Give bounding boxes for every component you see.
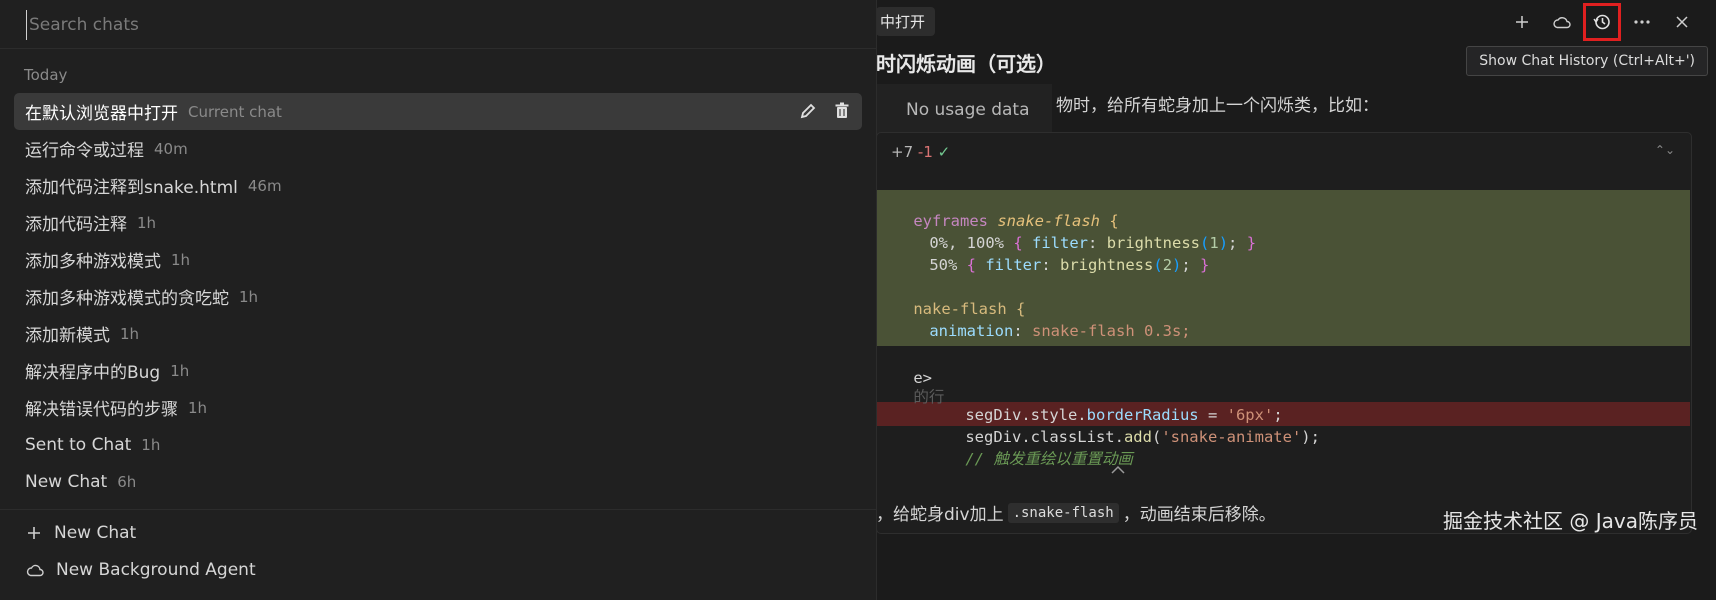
chat-time: 1h [120,324,140,343]
chat-title: Sent to Chat [25,434,132,455]
chat-title: 解决错误代码的步骤 [25,400,178,420]
chat-history-panel: Today 在默认浏览器中打开 Current chat 运行命令或过程 40m … [0,0,877,600]
new-background-agent-button[interactable]: New Background Agent [26,560,256,580]
current-chat-tab[interactable]: 中打开 [876,7,936,36]
chat-title: 添加新模式 [25,326,110,346]
collapse-icon[interactable] [1110,460,1126,479]
chat-title: 解决程序中的Bug [25,363,161,383]
chat-time: 1h [141,435,161,454]
code-line: nake-flash { [876,276,1716,318]
chat-item[interactable]: 在默认浏览器中打开 Current chat [14,93,862,130]
message-paragraph: 物时，给所有蛇身加上一个闪烁类，比如： [1056,96,1379,116]
chat-item[interactable]: 添加多种游戏模式 1h [14,241,862,278]
code-line: 0%, 100% { filter: brightness(1); } [929,234,1257,252]
chat-title: 添加多种游戏模式 [25,252,161,272]
chat-item[interactable]: 解决错误代码的步骤 1h [14,389,862,426]
code-comment: // 触发重绘以重置动画 [965,450,1133,468]
watermark: 掘金技术社区 @ Java陈序员 [1443,509,1698,533]
chat-time: Current chat [188,102,282,121]
paragraph-text: ，给蛇身div加上 [876,505,1004,525]
chat-time: 1h [137,213,157,232]
plus-icon [28,527,40,539]
close-icon[interactable] [1668,8,1696,36]
chat-item[interactable]: 添加多种游戏模式的贪吃蛇 1h [14,278,862,315]
chat-time: 40m [154,139,188,158]
code-line: eyframes snake-flash { [913,212,1119,230]
plus-icon[interactable] [1508,8,1536,36]
chat-time: 1h [188,398,208,417]
diff-summary: +7 -1 ✓ [891,143,950,161]
code-line: animation: snake-flash 0.3s; [929,322,1191,340]
code-line: segDiv.style.borderRadius = '6px'; [965,406,1283,424]
search-row [0,0,876,49]
history-icon[interactable] [1583,3,1621,41]
usage-popup: No usage data [876,84,1052,136]
chat-item[interactable]: 运行命令或过程 40m [14,130,862,167]
search-chats-input[interactable] [26,10,851,40]
chat-title: New Chat [25,471,108,492]
code-diff-header[interactable]: +7 -1 ✓ ⌃⌄ [877,133,1691,169]
message-paragraph-bottom: ，给蛇身div加上 .snake-flash ，动画结束后移除。 [876,500,1276,525]
usage-text: No usage data [906,100,1030,120]
chat-item[interactable]: 解决程序中的Bug 1h [14,352,862,389]
chat-title: 添加多种游戏模式的贪吃蛇 [25,289,229,309]
new-chat-button[interactable]: New Chat [26,523,136,543]
pane-toolbar [1508,3,1696,41]
chat-time: 6h [117,472,137,491]
code-value: snake-flash 0.3s; [1032,322,1191,340]
diff-removed: -1 [917,143,933,161]
diff-added: +7 [891,143,914,161]
chat-item[interactable]: 添加新模式 1h [14,315,862,352]
chat-title: 添加代码注释 [25,215,127,235]
code-line: 50% { filter: brightness(2); } [929,256,1210,274]
chat-item[interactable]: 添加代码注释到snake.html 46m [14,167,862,204]
message-heading: 时闪烁动画（可选） [876,52,1056,76]
history-tooltip: Show Chat History (Ctrl+Alt+') [1466,46,1708,76]
check-icon: ✓ [937,143,951,161]
section-label-today: Today [24,66,68,84]
more-icon[interactable] [1628,8,1656,36]
expand-icon[interactable]: ⌃⌄ [1655,143,1675,157]
code-line: segDiv.classList.add('snake-animate'); [965,428,1320,446]
inline-code: .snake-flash [1007,502,1119,523]
chat-time: 1h [170,361,190,380]
chat-time: 46m [247,176,282,195]
chat-item[interactable]: 添加代码注释 1h [14,204,862,241]
new-background-agent-label: New Background Agent [56,560,256,580]
chat-item[interactable]: Sent to Chat 1h [14,426,862,463]
chat-pane: 中打开 时闪烁动画（可选） Show Chat History (Ctrl+Al… [876,0,1716,600]
footer-divider [0,509,876,510]
code-property: animation [929,322,1014,340]
pencil-icon[interactable] [798,101,818,121]
cloud-icon[interactable] [1548,8,1576,36]
new-chat-label: New Chat [54,523,137,543]
chat-title: 添加代码注释到snake.html [25,178,238,198]
chat-title: 运行命令或过程 [25,141,144,161]
cloud-icon [26,564,44,577]
chat-time: 1h [171,250,191,269]
code-line: // 触发重绘以重置动画 [928,426,1716,468]
trash-icon[interactable] [832,101,852,121]
chat-title: 在默认浏览器中打开 [25,104,178,124]
paragraph-text: ，动画结束后移除。 [1122,505,1276,525]
chat-actions [798,101,852,121]
chat-item[interactable]: New Chat 6h [14,463,862,500]
chat-time: 1h [239,287,259,306]
chat-list: 在默认浏览器中打开 Current chat 运行命令或过程 40m 添加代码注释… [14,93,862,500]
